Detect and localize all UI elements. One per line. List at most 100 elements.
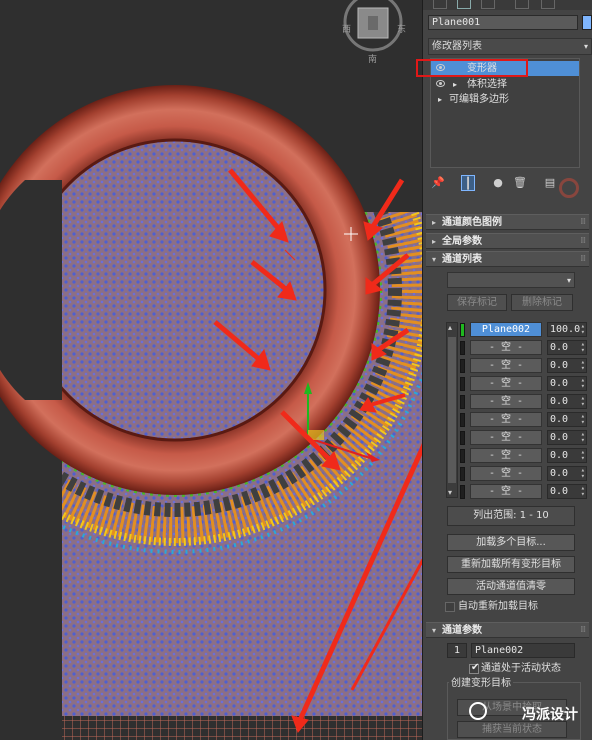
channel-value-spinner[interactable]: 0.0 ▴ ▾ xyxy=(547,394,587,409)
channel-row-9[interactable]: - 空 - 0.0 ▴ ▾ xyxy=(460,466,592,482)
delete-marker-button[interactable]: 删除标记 xyxy=(511,294,573,311)
expand-triangle-icon: ▾ xyxy=(432,255,437,264)
pin-stack-icon[interactable]: 📌 xyxy=(431,175,445,191)
stack-item-label: 可编辑多边形 xyxy=(449,94,509,105)
rollout-channel-list[interactable]: ▾ 通道列表 ⁞⁞ xyxy=(426,251,589,267)
auto-reload-checkbox[interactable] xyxy=(445,602,455,612)
modifier-list-label: 修改器列表 xyxy=(432,41,482,52)
chevron-down-icon: ▾ xyxy=(583,42,588,51)
viewcube-west-label: 西 xyxy=(342,25,352,35)
channel-color-swatch xyxy=(460,395,465,409)
channel-color-swatch xyxy=(460,485,465,499)
save-marker-button[interactable]: 保存标记 xyxy=(447,294,507,311)
modify-tab-icon[interactable] xyxy=(457,0,471,9)
rollout-title: 通道列表 xyxy=(442,254,482,265)
channel-name[interactable]: - 空 - xyxy=(470,484,542,499)
channel-row-4[interactable]: - 空 - 0.0 ▴ ▾ xyxy=(460,376,592,392)
eye-icon[interactable] xyxy=(436,80,445,87)
channel-name[interactable]: - 空 - xyxy=(470,358,542,373)
stack-item-editable-poly[interactable]: ▸ 可编辑多边形 xyxy=(431,92,579,107)
channel-value-spinner[interactable]: 0.0 ▴ ▾ xyxy=(547,376,587,391)
rollout-title: 全局参数 xyxy=(442,236,482,247)
configure-sets-icon[interactable]: ▤ xyxy=(543,175,557,191)
show-end-result-icon[interactable]: ┃ xyxy=(461,175,475,191)
rollout-global-params[interactable]: ▸ 全局参数 ⁞⁞ xyxy=(426,233,589,249)
remove-modifier-icon[interactable]: 🗑 xyxy=(513,175,527,191)
channel-value-spinner[interactable]: 100.0 ▴ ▾ xyxy=(547,322,587,337)
channel-color-swatch xyxy=(460,341,465,355)
channel-value-spinner[interactable]: 0.0 ▴ ▾ xyxy=(547,484,587,499)
viewcube-east-label: 东 xyxy=(397,25,407,35)
channel-name[interactable]: - 空 - xyxy=(470,394,542,409)
motion-tab-icon[interactable] xyxy=(515,0,529,9)
create-tab-icon[interactable] xyxy=(433,0,447,9)
channel-color-swatch xyxy=(460,431,465,445)
channel-active-label: 通道处于活动状态 xyxy=(481,663,561,674)
channel-row-6[interactable]: - 空 - 0.0 ▴ ▾ xyxy=(460,412,592,428)
channel-row-3[interactable]: - 空 - 0.0 ▴ ▾ xyxy=(460,358,592,374)
channel-name[interactable]: - 空 - xyxy=(470,448,542,463)
channel-row-1[interactable]: Plane002 100.0 ▴ ▾ xyxy=(460,322,592,338)
load-multiple-targets-button[interactable]: 加载多个目标... xyxy=(447,534,575,551)
modifier-list-dropdown[interactable]: 修改器列表 ▾ xyxy=(428,38,592,55)
channel-row-5[interactable]: - 空 - 0.0 ▴ ▾ xyxy=(460,394,592,410)
collapse-triangle-icon: ▸ xyxy=(432,218,437,227)
channel-name[interactable]: - 空 - xyxy=(470,430,542,445)
channel-name-field[interactable]: Plane002 xyxy=(471,643,575,658)
channel-name[interactable]: Plane002 xyxy=(470,322,542,337)
watermark-logo-icon xyxy=(469,702,487,720)
create-target-label: 创建变形目标 xyxy=(449,677,513,690)
channel-row-2[interactable]: - 空 - 0.0 ▴ ▾ xyxy=(460,340,592,356)
reload-all-targets-button[interactable]: 重新加载所有变形目标 xyxy=(447,556,575,573)
watermark-text: 冯派设计 xyxy=(522,707,578,723)
channel-row-10[interactable]: - 空 - 0.0 ▴ ▾ xyxy=(460,484,592,500)
channel-value-spinner[interactable]: 0.0 ▴ ▾ xyxy=(547,430,587,445)
channel-row-8[interactable]: - 空 - 0.0 ▴ ▾ xyxy=(460,448,592,464)
floor-grid xyxy=(62,716,422,740)
channel-color-swatch xyxy=(460,359,465,373)
grip-icon: ⁞⁞ xyxy=(580,625,586,635)
channel-name[interactable]: - 空 - xyxy=(470,376,542,391)
viewport-perspective[interactable]: 西 东 南 xyxy=(0,0,422,740)
channel-value-spinner[interactable]: 0.0 ▴ ▾ xyxy=(547,448,587,463)
channel-name[interactable]: - 空 - xyxy=(470,340,542,355)
expand-triangle-icon[interactable]: ▸ xyxy=(438,92,442,107)
channel-row-7[interactable]: - 空 - 0.0 ▴ ▾ xyxy=(460,430,592,446)
command-panel-tabs xyxy=(423,0,592,10)
channel-active-checkbox[interactable]: ✔ xyxy=(469,662,479,674)
channel-value-spinner[interactable]: 0.0 ▴ ▾ xyxy=(547,358,587,373)
stack-item-label: 体积选择 xyxy=(467,79,507,90)
channel-value-spinner[interactable]: 0.0 ▴ ▾ xyxy=(547,340,587,355)
channel-value-spinner[interactable]: 0.0 ▴ ▾ xyxy=(547,466,587,481)
rollout-title: 通道颜色图例 xyxy=(442,217,502,228)
zero-active-channels-button[interactable]: 活动通道值清零 xyxy=(447,578,575,595)
display-tab-icon[interactable] xyxy=(541,0,555,9)
marker-dropdown[interactable]: ▾ xyxy=(447,272,575,288)
torus-logo-icon xyxy=(559,178,579,198)
viewcube-south-label: 南 xyxy=(368,55,378,65)
highlight-box xyxy=(416,59,528,77)
channel-color-swatch xyxy=(460,323,465,337)
command-panel: Plane001 修改器列表 ▾ 变形器 ▸ 体积选择 ▸ 可编辑多边形 📌 ┃… xyxy=(422,0,592,740)
object-color-swatch[interactable] xyxy=(582,15,592,30)
channel-name[interactable]: - 空 - xyxy=(470,412,542,427)
channel-color-swatch xyxy=(460,467,465,481)
auto-reload-label: 自动重新加载目标 xyxy=(458,601,538,612)
expand-triangle-icon: ▾ xyxy=(432,626,437,635)
rollout-channel-color-legend[interactable]: ▸ 通道颜色图例 ⁞⁞ xyxy=(426,214,589,230)
hierarchy-tab-icon[interactable] xyxy=(481,0,495,9)
rollout-channel-params[interactable]: ▾ 通道参数 ⁞⁞ xyxy=(426,622,589,638)
rollout-title: 通道参数 xyxy=(442,625,482,636)
channel-color-swatch xyxy=(460,377,465,391)
expand-triangle-icon[interactable]: ▸ xyxy=(453,77,457,92)
stack-item-vol-select[interactable]: ▸ 体积选择 xyxy=(431,77,579,92)
channel-value-spinner[interactable]: 0.0 ▴ ▾ xyxy=(547,412,587,427)
channel-list: Plane002 100.0 ▴ ▾ - 空 - 0.0 ▴ ▾ - 空 - 0.0 ▴ ▾… xyxy=(446,320,587,500)
channel-name[interactable]: - 空 - xyxy=(470,466,542,481)
object-name-field[interactable]: Plane001 xyxy=(428,15,578,30)
make-unique-icon[interactable]: ● xyxy=(491,175,505,191)
channel-index-field[interactable]: 1 xyxy=(447,643,467,658)
grip-icon: ⁞⁞ xyxy=(580,217,586,227)
channel-color-swatch xyxy=(460,449,465,463)
viewport-scene xyxy=(0,0,422,740)
